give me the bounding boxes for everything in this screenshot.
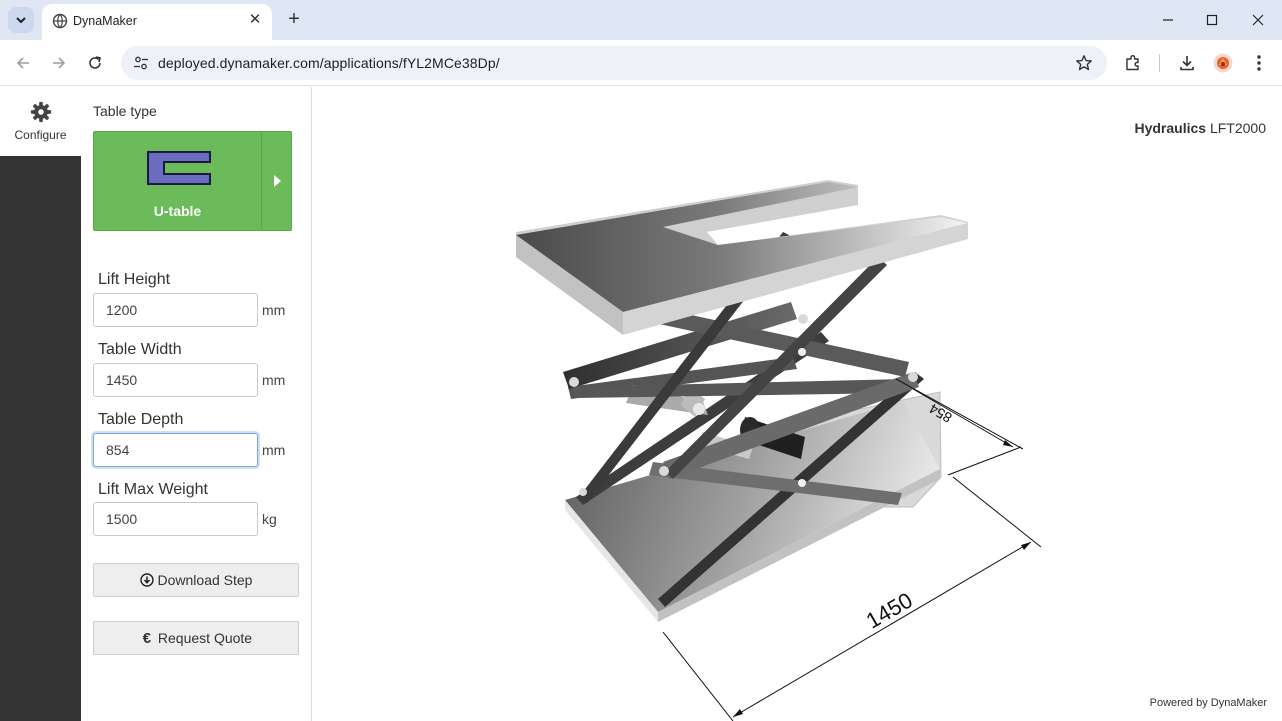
close-icon[interactable]: ✕ [246,11,264,29]
address-bar[interactable]: deployed.dynamaker.com/applications/fYL2… [121,46,1107,80]
powered-by[interactable]: Powered by DynaMaker [1150,697,1267,709]
extensions-icon[interactable] [1122,52,1144,74]
euro-icon: € [142,629,152,647]
more-menu-icon[interactable] [1248,52,1270,74]
3d-viewport[interactable]: Hydraulics LFT2000 854 1450 Powered by D… [313,87,1282,721]
table-type-value: U-table [153,203,202,219]
table-depth-label: Table Depth [98,411,184,428]
table-width-label: Table Width [98,341,182,358]
tab-search-icon[interactable] [8,7,34,33]
toolbar-divider [1159,54,1160,72]
site-settings-icon[interactable] [133,55,149,71]
window-close-icon[interactable] [1243,8,1273,32]
lift-height-unit: mm [262,302,286,318]
width-dimension-label: 1450 [862,587,917,633]
browser-tab[interactable]: DynaMaker ✕ [42,4,272,40]
download-step-label: Download Step [157,572,253,588]
next-type-button[interactable] [261,132,291,230]
rail-configure-label: Configure [14,128,67,142]
caret-right-icon [273,175,281,187]
rail-item-configure[interactable]: Configure [0,87,81,156]
table-width-unit: mm [262,372,286,388]
table-width-input[interactable]: 1450 [93,363,258,397]
profile-avatar[interactable] [1212,52,1234,74]
lift-max-weight-unit: kg [262,511,277,527]
new-tab-icon[interactable]: + [283,8,305,30]
table-type-option[interactable]: U-table [94,132,261,230]
bookmark-star-icon[interactable] [1075,54,1093,72]
tab-title: DynaMaker [73,14,137,28]
favicon-globe-icon [52,13,68,29]
request-quote-label: Request Quote [157,630,253,646]
gear-icon [30,101,52,123]
u-table-shape-icon [147,151,211,185]
table-type-selector[interactable]: U-table [93,131,292,231]
lift-max-weight-input[interactable]: 1500 [93,502,258,536]
lift-height-input[interactable]: 1200 [93,293,258,327]
download-step-button[interactable]: Download Step [93,563,299,597]
download-icon[interactable] [1176,52,1198,74]
side-rail: Configure [0,87,81,721]
minimize-icon[interactable] [1153,8,1183,32]
table-depth-input[interactable]: 854 [93,433,258,467]
lift-height-label: Lift Height [98,271,171,288]
browser-toolbar: deployed.dynamaker.com/applications/fYL2… [0,40,1282,86]
dynamaker-app: Configure Table type U-table Lift Height… [0,87,1282,721]
table-depth-unit: mm [262,442,286,458]
request-quote-button[interactable]: € Request Quote [93,621,299,655]
forward-icon[interactable] [47,51,71,75]
browser-tabstrip: DynaMaker ✕ + [0,0,1282,40]
maximize-icon[interactable] [1197,8,1227,32]
lift-table-model[interactable]: 854 1450 [313,87,1282,721]
u-table-top [516,180,968,335]
url-text[interactable]: deployed.dynamaker.com/applications/fYL2… [158,55,500,71]
back-icon[interactable] [11,51,35,75]
lift-max-weight-label: Lift Max Weight [98,481,208,498]
configure-panel: Table type U-table Lift Height 1200 mm T… [81,87,312,721]
table-type-label: Table type [93,103,157,119]
download-circle-icon [139,573,154,587]
reload-icon[interactable] [83,51,107,75]
